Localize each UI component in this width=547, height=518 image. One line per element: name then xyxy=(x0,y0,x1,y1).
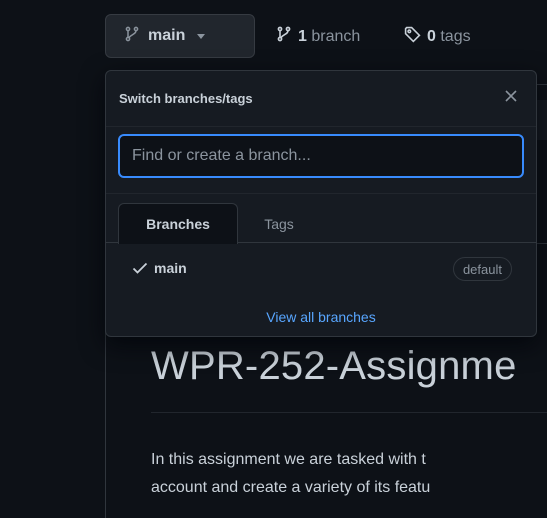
readme-divider xyxy=(151,412,547,413)
branches-count: 1 xyxy=(298,27,307,45)
branch-search-input[interactable] xyxy=(118,134,524,178)
branch-select-label: main xyxy=(148,27,186,44)
file-list-header-edge xyxy=(537,100,547,140)
page: WPR-252-Assignme In this assignment we a… xyxy=(0,0,547,518)
tag-icon xyxy=(404,26,421,48)
search-section xyxy=(106,128,536,194)
tab-branches[interactable]: Branches xyxy=(118,203,238,244)
close-icon[interactable] xyxy=(502,87,520,105)
dropdown-header: Switch branches/tags xyxy=(106,71,536,127)
left-gutter xyxy=(0,0,105,518)
dropdown-tabs: Branches Tags xyxy=(106,203,536,244)
readme-title: WPR-252-Assignme xyxy=(151,344,517,388)
dropdown-title: Switch branches/tags xyxy=(119,91,253,106)
tags-link[interactable]: 0 tags xyxy=(404,26,471,48)
check-icon xyxy=(132,261,148,280)
branch-name: main xyxy=(154,260,187,276)
branches-label: branch xyxy=(311,27,361,45)
git-branch-icon xyxy=(124,26,140,47)
readme-line-1: In this assignment we are tasked with t xyxy=(151,451,426,468)
readme-line-2: account and create a variety of its feat… xyxy=(151,479,431,496)
branch-dropdown: Switch branches/tags Branches Tags main … xyxy=(105,70,537,337)
branch-select-button[interactable]: main xyxy=(105,14,255,58)
default-badge: default xyxy=(452,257,512,281)
dropdown-footer: View all branches xyxy=(106,297,536,337)
view-all-branches-link[interactable]: View all branches xyxy=(266,309,375,325)
branch-item-main[interactable]: main default xyxy=(106,251,536,287)
tags-label: tags xyxy=(440,28,471,45)
readme-paragraph: In this assignment we are tasked with t … xyxy=(151,446,547,502)
git-branch-icon xyxy=(276,26,292,47)
branches-link[interactable]: 1 branch xyxy=(276,26,360,47)
chevron-down-icon xyxy=(197,33,206,39)
tags-count: 0 xyxy=(427,28,436,45)
tab-tags[interactable]: Tags xyxy=(254,203,304,244)
